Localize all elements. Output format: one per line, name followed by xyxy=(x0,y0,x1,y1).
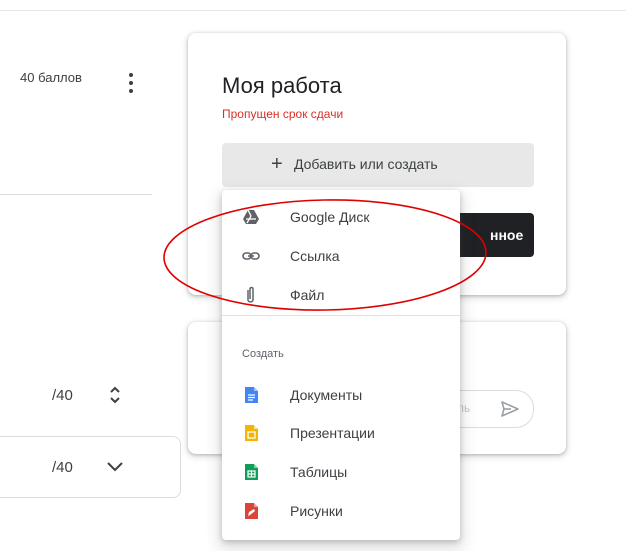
grade-row: /40 xyxy=(0,436,181,498)
menu-item-drawings[interactable]: Рисунки xyxy=(222,492,460,530)
chevron-down-icon[interactable] xyxy=(106,461,124,473)
sheets-icon xyxy=(245,464,258,480)
menu-item-file[interactable]: Файл xyxy=(222,276,460,314)
link-icon xyxy=(242,252,260,260)
menu-item-label: Ссылка xyxy=(290,248,340,264)
add-or-create-button[interactable]: + Добавить или создать xyxy=(222,143,534,187)
grade-row: /40 xyxy=(0,381,175,411)
plus-icon: + xyxy=(271,153,283,175)
menu-item-label: Документы xyxy=(290,387,363,403)
create-section-header: Создать xyxy=(242,348,284,360)
menu-item-label: Таблицы xyxy=(290,464,348,480)
my-work-title: Моя работа xyxy=(222,73,342,98)
points-label: 40 баллов xyxy=(20,70,82,85)
spinner-arrows-icon[interactable] xyxy=(108,384,122,406)
send-icon[interactable] xyxy=(499,399,521,419)
menu-divider xyxy=(222,315,460,316)
submit-button-label: нное xyxy=(490,227,524,243)
add-or-create-menu: Google Диск Ссылка Файл Создать Документ… xyxy=(222,190,460,540)
grade-value[interactable]: /40 xyxy=(52,387,73,404)
top-divider xyxy=(0,10,626,11)
menu-item-label: Файл xyxy=(290,287,325,303)
menu-item-sheets[interactable]: Таблицы xyxy=(222,453,460,491)
menu-item-docs[interactable]: Документы xyxy=(222,376,460,414)
add-or-create-label: Добавить или создать xyxy=(294,156,438,172)
more-options-icon[interactable] xyxy=(126,72,136,94)
drawings-icon xyxy=(245,503,258,519)
grade-value[interactable]: /40 xyxy=(52,459,73,476)
missing-status: Пропущен срок сдачи xyxy=(222,107,344,121)
slides-icon xyxy=(245,425,258,441)
menu-item-label: Рисунки xyxy=(290,503,343,519)
section-divider xyxy=(0,194,152,195)
docs-icon xyxy=(245,387,258,403)
menu-item-link[interactable]: Ссылка xyxy=(222,237,460,275)
google-drive-icon xyxy=(243,209,259,224)
menu-item-label: Презентации xyxy=(290,425,375,441)
menu-item-google-drive[interactable]: Google Диск xyxy=(222,198,460,236)
menu-item-slides[interactable]: Презентации xyxy=(222,414,460,452)
menu-item-label: Google Диск xyxy=(290,209,370,225)
attachment-icon xyxy=(247,286,254,303)
